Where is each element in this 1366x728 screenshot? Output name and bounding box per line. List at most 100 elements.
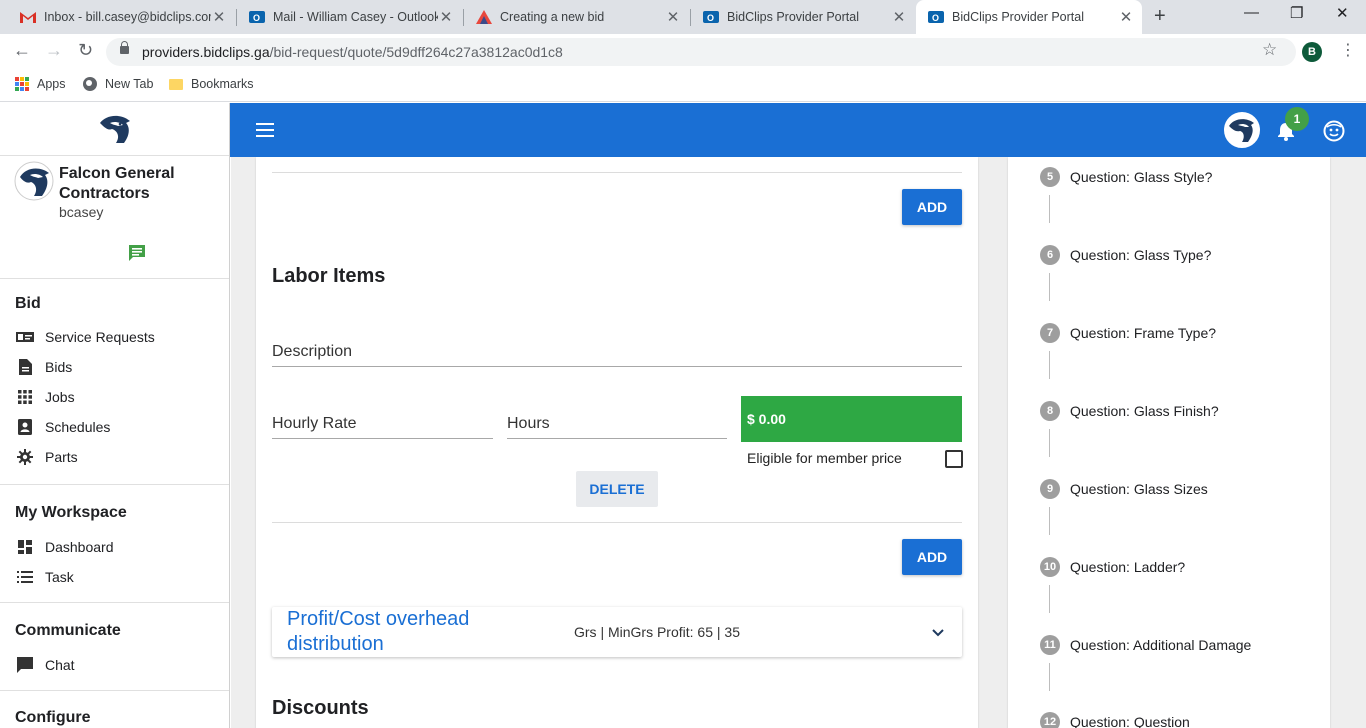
- back-icon[interactable]: ←: [13, 40, 31, 61]
- dashboard-icon: [16, 538, 34, 556]
- bookmark-apps[interactable]: Apps: [15, 77, 66, 91]
- hourly-rate-field[interactable]: Hourly Rate: [272, 415, 356, 433]
- browser-tab-portal-active[interactable]: O BidClips Provider Portal ✕: [916, 0, 1142, 34]
- question-step[interactable]: 7 Question: Frame Type?: [1040, 323, 1216, 343]
- question-step[interactable]: 11 Question: Additional Damage: [1040, 635, 1251, 655]
- question-step[interactable]: 6 Question: Glass Type?: [1040, 245, 1211, 265]
- step-connector: [1049, 429, 1050, 457]
- minimize-icon[interactable]: —: [1244, 4, 1259, 21]
- sidebar-item-schedules[interactable]: Schedules: [0, 412, 229, 442]
- list-icon: [16, 568, 34, 586]
- close-tab-icon[interactable]: ✕: [665, 8, 681, 26]
- sidebar-item-jobs[interactable]: Jobs: [0, 382, 229, 412]
- sidebar-item-dashboard[interactable]: Dashboard: [0, 532, 229, 562]
- bookmark-label: New Tab: [105, 77, 154, 91]
- step-label: Question: Ladder?: [1070, 559, 1186, 575]
- browser-menu-icon[interactable]: ⋮: [1340, 40, 1356, 60]
- step-label: Question: Frame Type?: [1070, 325, 1217, 341]
- sidebar-item-service-requests[interactable]: Service Requests: [0, 322, 229, 352]
- tab-title: Creating a new bid: [500, 10, 605, 24]
- step-label: Question: Additional Damage: [1070, 637, 1252, 653]
- browser-tab-portal[interactable]: O BidClips Provider Portal ✕: [691, 0, 915, 34]
- question-step[interactable]: 8 Question: Glass Finish?: [1040, 401, 1219, 421]
- sidebar-item-bids[interactable]: Bids: [0, 352, 229, 382]
- delete-labor-button[interactable]: DELETE: [576, 471, 658, 507]
- question-step[interactable]: 9 Question: Glass Sizes: [1040, 479, 1208, 499]
- step-connector: [1049, 663, 1050, 691]
- step-label: Question: Glass Finish?: [1070, 403, 1219, 419]
- close-tab-icon[interactable]: ✕: [211, 8, 227, 26]
- browser-tab-gmail[interactable]: Inbox - bill.casey@bidclips.com ✕: [8, 0, 235, 34]
- window-close-icon[interactable]: ✕: [1336, 4, 1349, 22]
- step-label: Question: Glass Type?: [1070, 247, 1212, 263]
- grid-icon: [16, 388, 34, 406]
- bookmark-new-tab[interactable]: New Tab: [83, 77, 153, 91]
- svg-text:O: O: [707, 13, 714, 23]
- sidebar-item-label: Chat: [45, 657, 75, 673]
- sidebar-item-label: Parts: [45, 449, 78, 465]
- question-step[interactable]: 12 Question: Question: [1040, 712, 1190, 728]
- profile-avatar[interactable]: B: [1302, 42, 1322, 62]
- question-step[interactable]: 10 Question: Ladder?: [1040, 557, 1185, 577]
- reload-icon[interactable]: ↻: [78, 40, 93, 61]
- sidebar-item-label: Schedules: [45, 419, 111, 435]
- address-bar: ← → ↻ providers.bidclips.ga/bid-request/…: [0, 34, 1366, 70]
- sidebar-item-label: Service Requests: [45, 329, 155, 345]
- chevron-down-icon[interactable]: [932, 624, 944, 642]
- bookmark-label: Bookmarks: [191, 77, 254, 91]
- contact-book-icon: [16, 418, 34, 436]
- browser-tab-creating-bid[interactable]: Creating a new bid ✕: [464, 0, 689, 34]
- hours-field[interactable]: Hours: [507, 415, 550, 433]
- nav-section-bid: Bid Service Requests Bids Jobs Schedules…: [0, 279, 229, 485]
- tab-title: Mail - William Casey - Outlook: [273, 10, 438, 24]
- question-step[interactable]: 5 Question: Glass Style?: [1040, 167, 1212, 187]
- description-field[interactable]: Description: [272, 343, 352, 361]
- tab-title: BidClips Provider Portal: [727, 10, 859, 24]
- tab-title: Inbox - bill.casey@bidclips.com: [44, 10, 211, 24]
- close-tab-icon[interactable]: ✕: [438, 8, 454, 26]
- browser-tab-outlook[interactable]: O Mail - William Casey - Outlook ✕: [237, 0, 462, 34]
- menu-icon[interactable]: [256, 123, 274, 137]
- sidebar-item-label: Task: [45, 569, 74, 585]
- new-tab-icon[interactable]: +: [1154, 5, 1166, 28]
- step-connector: [1049, 507, 1050, 535]
- restore-icon[interactable]: ❐: [1290, 4, 1303, 22]
- close-tab-icon[interactable]: ✕: [1118, 8, 1134, 26]
- add-material-button[interactable]: ADD: [902, 189, 962, 225]
- sidebar-item-parts[interactable]: Parts: [0, 442, 229, 472]
- tab-title: BidClips Provider Portal: [952, 10, 1084, 24]
- folder-icon: [169, 78, 183, 90]
- step-number: 6: [1040, 245, 1060, 265]
- nav-section-workspace: My Workspace Dashboard Task: [0, 485, 229, 603]
- message-icon[interactable]: [127, 243, 147, 268]
- step-number: 10: [1040, 557, 1060, 577]
- app-top-bar: 1: [230, 103, 1366, 157]
- svg-text:O: O: [253, 13, 260, 23]
- url-input[interactable]: providers.bidclips.ga/bid-request/quote/…: [106, 38, 1296, 66]
- profit-overhead-panel[interactable]: Profit/Cost overhead distribution Grs | …: [272, 607, 962, 657]
- sidebar-item-label: Jobs: [45, 389, 75, 405]
- step-label: Question: Question: [1070, 714, 1190, 728]
- sidebar-item-task[interactable]: Task: [0, 562, 229, 592]
- add-labor-button[interactable]: ADD: [902, 539, 962, 575]
- gear-icon: [16, 448, 34, 466]
- bookmark-folder[interactable]: Bookmarks: [169, 77, 254, 91]
- sidebar-item-label: Bids: [45, 359, 73, 375]
- company-avatar[interactable]: [1224, 112, 1260, 148]
- bookmark-star-icon[interactable]: ☆: [1262, 40, 1277, 60]
- apps-grid-icon: [15, 77, 29, 91]
- sidebar-item-chat[interactable]: Chat: [0, 650, 229, 680]
- forward-icon[interactable]: →: [45, 40, 63, 61]
- step-number: 8: [1040, 401, 1060, 421]
- url-path: /bid-request/quote/5d9dff264c27a3812ac0d…: [269, 44, 563, 60]
- eligible-member-price-checkbox[interactable]: [945, 450, 963, 468]
- hourly-rate-underline: [272, 438, 493, 439]
- notification-badge: 1: [1285, 107, 1309, 131]
- company-card: Falcon General Contractors bcasey: [0, 103, 229, 279]
- id-card-icon: [16, 328, 34, 346]
- bookmark-label: Apps: [37, 77, 66, 91]
- account-face-icon[interactable]: [1323, 120, 1345, 147]
- step-connector: [1049, 195, 1050, 223]
- step-label: Question: Glass Style?: [1070, 169, 1213, 185]
- close-tab-icon[interactable]: ✕: [891, 8, 907, 26]
